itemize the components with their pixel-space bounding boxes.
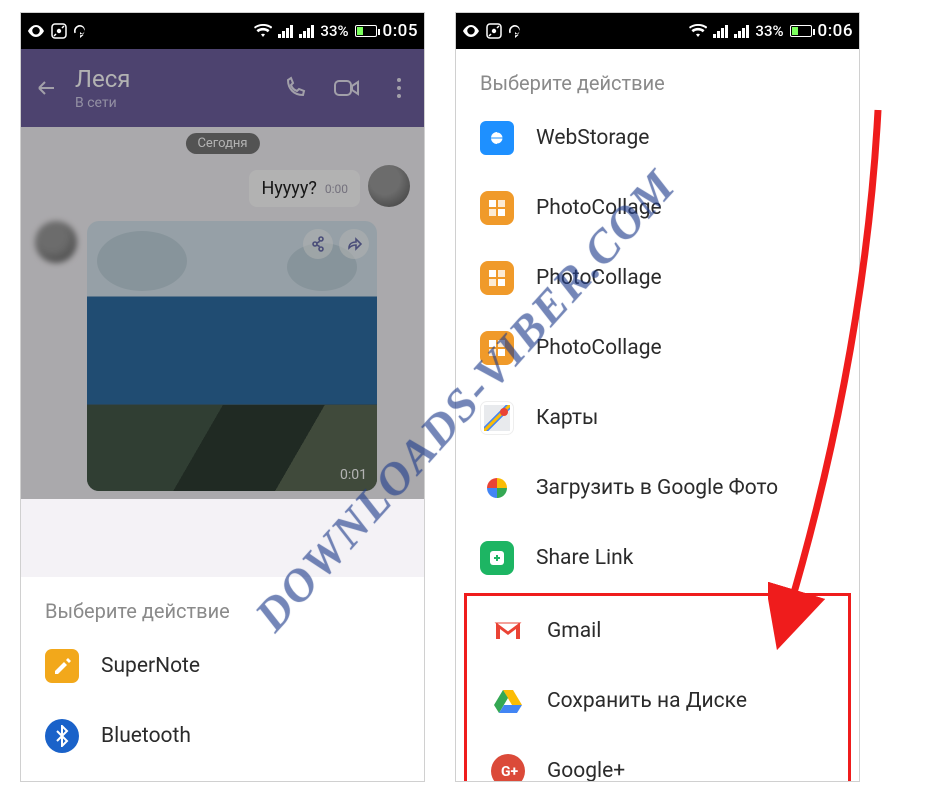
screenshot-right: 33% 0:06 Выберите действие WebStorage: [455, 12, 860, 782]
share-item-label: Карты: [536, 406, 598, 430]
app-indicator-icon: [51, 23, 67, 39]
screenshot-left: 33% 0:05 Леся В сети: [20, 12, 425, 782]
sharelink-icon: [480, 541, 514, 575]
signal-icon: [713, 24, 728, 38]
webstorage-icon: [480, 121, 514, 155]
signal-icon: [278, 24, 293, 38]
eye-icon: [27, 25, 45, 37]
photocollage-icon: [480, 191, 514, 225]
share-item-webstorage[interactable]: WebStorage: [456, 103, 859, 173]
share-item-google-photos[interactable]: Загрузить в Google Фото: [456, 453, 859, 523]
supernote-icon: [45, 649, 79, 683]
photocollage-icon: [480, 331, 514, 365]
status-bar: 33% 0:05: [21, 13, 424, 49]
share-item-label: Bluetooth: [101, 724, 191, 748]
wifi-icon: [689, 24, 707, 38]
video-duration: 0:01: [340, 467, 367, 483]
message-row: 0:01: [35, 221, 410, 491]
share-item-google-plus[interactable]: G+ Google+: [467, 736, 848, 782]
viber-chat-header: Леся В сети: [21, 49, 424, 127]
wifi-icon: [254, 24, 272, 38]
sync-icon: [73, 24, 87, 38]
share-item-google-drive[interactable]: Сохранить на Диске: [467, 666, 848, 736]
google-photos-icon: [480, 471, 514, 505]
share-item-photocollage[interactable]: PhotoCollage: [456, 243, 859, 313]
share-item-label: Share Link: [536, 546, 633, 570]
battery-icon: [355, 25, 377, 37]
share-item-label: PhotoCollage: [536, 196, 662, 220]
sync-icon: [508, 24, 522, 38]
battery-percent: 33%: [320, 22, 348, 40]
share-item-bluetooth[interactable]: Bluetooth: [21, 701, 424, 771]
message-bubble[interactable]: Нуууу? 0:00: [249, 170, 360, 207]
google-drive-icon: [491, 684, 525, 718]
forward-icon[interactable]: [339, 229, 369, 259]
share-item-maps[interactable]: Карты: [456, 383, 859, 453]
share-item-sharelink[interactable]: Share Link: [456, 523, 859, 593]
highlight-box: Gmail Сохранить на Диске G+ Google+: [464, 593, 851, 782]
clock: 0:05: [383, 21, 418, 41]
message-time: 0:00: [325, 182, 348, 196]
share-item-photocollage[interactable]: PhotoCollage: [456, 313, 859, 383]
chat-area: Сегодня Нуууу? 0:00: [21, 127, 424, 577]
contact-name: Леся: [75, 65, 130, 93]
message-text: Нуууу?: [261, 178, 316, 199]
battery-percent: 33%: [755, 22, 783, 40]
share-sheet-title: Выберите действие: [21, 577, 424, 631]
google-plus-icon: G+: [491, 754, 525, 782]
eye-icon: [462, 25, 480, 37]
share-item-label: Gmail: [547, 619, 601, 643]
share-sheet: Выберите действие SuperNote Bluetooth: [21, 577, 424, 782]
share-item-label: PhotoCollage: [536, 266, 662, 290]
share-item-label: Google+: [547, 759, 625, 782]
clock: 0:06: [818, 21, 853, 41]
call-icon[interactable]: [282, 75, 308, 101]
more-icon[interactable]: [386, 75, 412, 101]
battery-icon: [790, 25, 812, 37]
share-item-label: PhotoCollage: [536, 336, 662, 360]
avatar: [35, 221, 77, 263]
share-item-gmail[interactable]: Gmail: [467, 596, 848, 666]
share-icon[interactable]: [303, 229, 333, 259]
photocollage-icon: [480, 261, 514, 295]
share-item-label: Сохранить на Диске: [547, 689, 747, 713]
maps-icon: [480, 401, 514, 435]
share-item-label: WebStorage: [536, 126, 649, 150]
video-message[interactable]: 0:01: [87, 221, 377, 491]
avatar: [368, 165, 410, 207]
share-item-later[interactable]: Сделать позже: [21, 771, 424, 782]
svg-text:G+: G+: [501, 764, 519, 780]
gmail-icon: [491, 614, 525, 648]
message-row: Нуууу? 0:00: [35, 165, 410, 207]
share-item-supernote[interactable]: SuperNote: [21, 631, 424, 701]
share-sheet-title: Выберите действие: [456, 49, 859, 103]
share-sheet: Выберите действие WebStorage PhotoCollag…: [456, 49, 859, 782]
signal-icon: [299, 24, 314, 38]
date-chip: Сегодня: [185, 133, 259, 154]
share-item-photocollage[interactable]: PhotoCollage: [456, 173, 859, 243]
bluetooth-icon: [45, 719, 79, 753]
status-bar: 33% 0:06: [456, 13, 859, 49]
contact-status: В сети: [75, 95, 130, 111]
video-call-icon[interactable]: [334, 75, 360, 101]
share-item-label: SuperNote: [101, 654, 200, 678]
app-indicator-icon: [486, 23, 502, 39]
share-item-label: Загрузить в Google Фото: [536, 476, 778, 500]
back-icon[interactable]: [33, 75, 59, 101]
signal-icon: [734, 24, 749, 38]
